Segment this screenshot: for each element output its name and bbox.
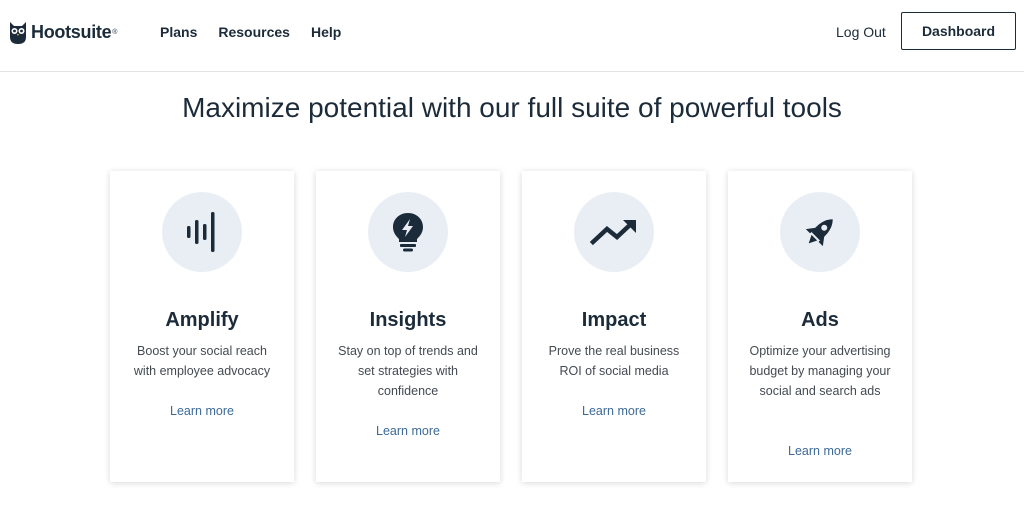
nav-resources[interactable]: Resources	[218, 22, 290, 42]
learn-more-link[interactable]: Learn more	[522, 401, 706, 421]
card-title: Amplify	[165, 309, 239, 331]
registered-mark: ®	[112, 28, 118, 36]
site-header: Hootsuite ® Plans Resources Help Log Out …	[0, 0, 1024, 72]
logo-text: Hootsuite	[31, 21, 112, 42]
nav-plans[interactable]: Plans	[160, 22, 197, 42]
sound-bars-icon	[187, 212, 215, 252]
learn-more-link[interactable]: Learn more	[110, 401, 294, 421]
nav-help[interactable]: Help	[311, 22, 341, 42]
card-description: Boost your social reach with employee ad…	[133, 344, 271, 378]
card-title: Insights	[369, 309, 447, 331]
owl-logo-icon	[10, 22, 26, 44]
card-icon-circle	[368, 192, 448, 272]
log-out-link[interactable]: Log Out	[836, 22, 886, 42]
hootsuite-logo[interactable]: Hootsuite ®	[8, 18, 117, 46]
learn-more-link[interactable]: Learn more	[316, 421, 500, 441]
card-icon-circle	[162, 192, 242, 272]
card-amplify: Amplify Boost your social reach with emp…	[110, 171, 294, 482]
rocket-icon	[805, 219, 833, 247]
card-impact: Impact Prove the real business ROI of so…	[522, 171, 706, 482]
card-icon-circle	[780, 192, 860, 272]
learn-more-link[interactable]: Learn more	[728, 441, 912, 461]
card-insights: Insights Stay on top of trends and set s…	[316, 171, 500, 482]
card-ads: Ads Optimize your advertising budget by …	[728, 171, 912, 482]
card-description: Optimize your advertising budget by mana…	[749, 344, 891, 398]
card-description: Stay on top of trends and set strategies…	[338, 344, 478, 398]
card-title: Ads	[801, 309, 839, 331]
main-nav: Plans Resources Help	[160, 22, 341, 42]
trending-up-icon	[590, 219, 636, 246]
card-title: Impact	[581, 309, 647, 331]
card-description: Prove the real business ROI of social me…	[548, 344, 680, 378]
card-icon-circle	[574, 192, 654, 272]
dashboard-button[interactable]: Dashboard	[901, 12, 1016, 50]
lightbulb-icon	[393, 213, 423, 252]
page-headline: Maximize potential with our full suite o…	[182, 92, 842, 123]
